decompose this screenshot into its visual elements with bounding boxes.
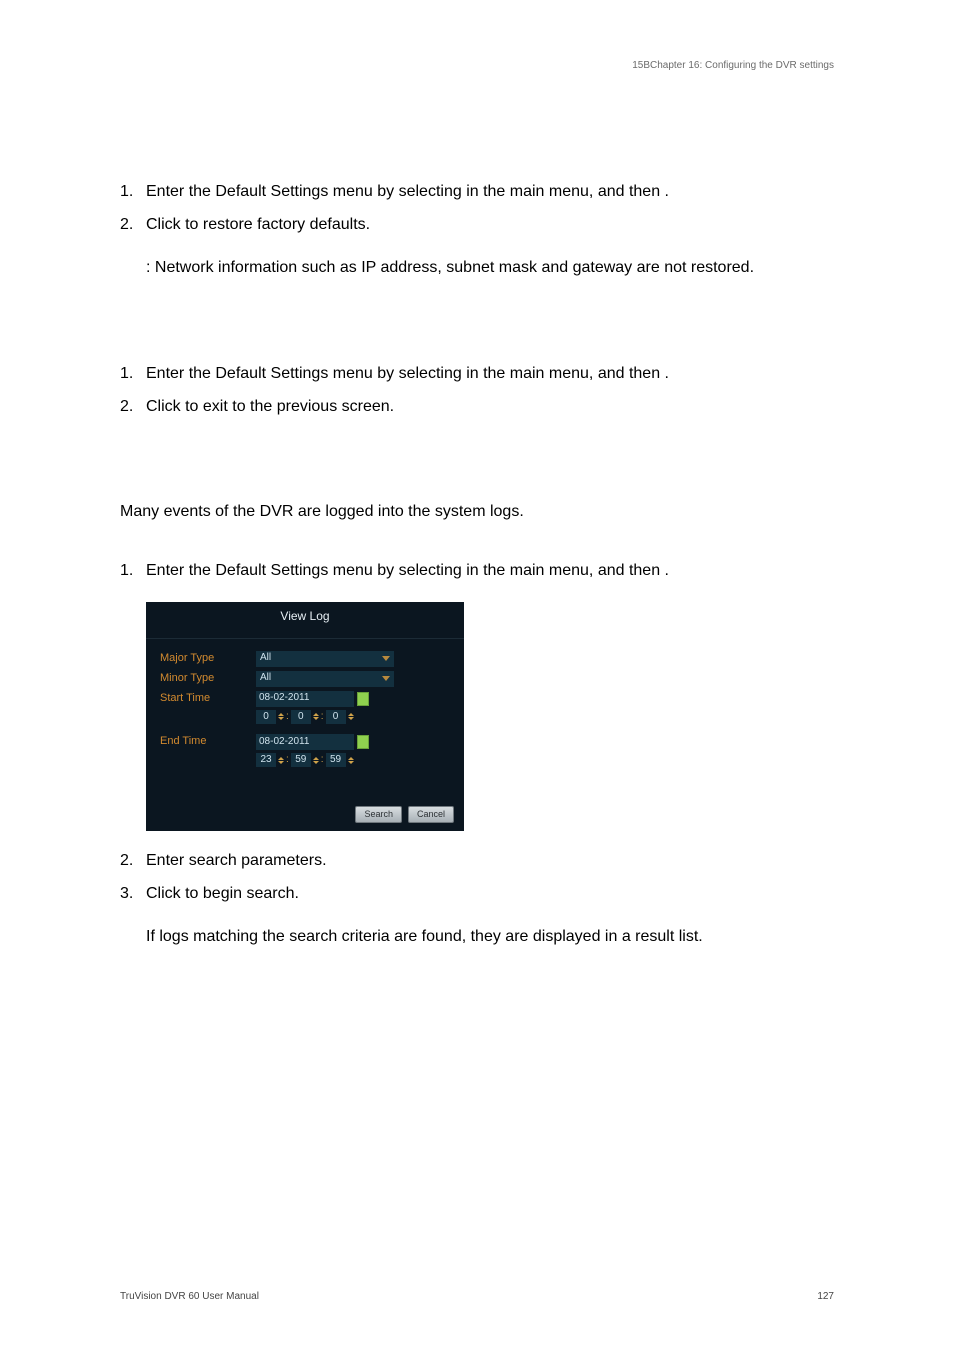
paragraph: If logs matching the search criteria are… — [146, 925, 834, 948]
step-text: Click to begin search. — [146, 882, 834, 905]
text-fragment: Click — [146, 216, 185, 233]
spinner-arrows-icon[interactable] — [348, 713, 354, 720]
minor-type-dropdown[interactable]: All — [256, 671, 394, 687]
search-button[interactable]: Search — [355, 806, 402, 823]
step-text: Click to exit to the previous screen. — [146, 395, 834, 418]
text-fragment: Enter the Default Settings menu by selec… — [146, 183, 466, 200]
hour-value: 23 — [256, 753, 276, 767]
label-minor-type: Minor Type — [160, 671, 246, 687]
note-text: : Network information such as IP address… — [146, 256, 834, 279]
label-major-type: Major Type — [160, 651, 246, 667]
date-value: 08-02-2011 — [259, 735, 309, 750]
list-number: 1. — [120, 362, 146, 385]
header-chapter: 15BChapter 16: Configuring the DVR setti… — [632, 60, 834, 71]
step-text: Enter the Default Settings menu by selec… — [146, 362, 834, 385]
calendar-icon[interactable] — [357, 735, 369, 749]
end-time-spinner[interactable]: 23 : 59 : 59 — [256, 753, 450, 768]
text-fragment: : Network information such as IP address… — [146, 259, 754, 276]
calendar-icon[interactable] — [357, 692, 369, 706]
colon: : — [286, 753, 289, 768]
spinner-arrows-icon[interactable] — [313, 757, 319, 764]
second-value: 59 — [326, 753, 346, 767]
list-number: 2. — [120, 213, 146, 236]
page-number: 127 — [817, 1291, 834, 1302]
colon: : — [286, 710, 289, 725]
text-fragment: Click — [146, 398, 185, 415]
list-number: 1. — [120, 180, 146, 203]
step-text: Enter the Default Settings menu by selec… — [146, 559, 834, 582]
text-fragment: Enter the Default Settings menu by selec… — [146, 562, 466, 579]
dropdown-value: All — [260, 651, 271, 666]
label-start-time: Start Time — [160, 691, 246, 707]
end-date-field[interactable]: 08-02-2011 — [256, 734, 354, 750]
text-fragment: in the main menu, and then — [466, 365, 664, 382]
text-fragment: to exit to the previous screen. — [185, 398, 394, 415]
text-fragment: Click — [146, 885, 185, 902]
list-number: 2. — [120, 849, 146, 872]
colon: : — [321, 753, 324, 768]
text-fragment: . — [665, 562, 669, 579]
chevron-down-icon — [382, 656, 390, 661]
dialog-title: View Log — [146, 602, 464, 638]
text-fragment: to begin search. — [185, 885, 299, 902]
text-fragment: . — [665, 183, 669, 200]
minute-value: 0 — [291, 710, 311, 724]
list-number: 3. — [120, 882, 146, 905]
spinner-arrows-icon[interactable] — [313, 713, 319, 720]
spinner-arrows-icon[interactable] — [278, 757, 284, 764]
spinner-arrows-icon[interactable] — [278, 713, 284, 720]
colon: : — [321, 710, 324, 725]
step-text: Enter the Default Settings menu by selec… — [146, 180, 834, 203]
paragraph: Many events of the DVR are logged into t… — [120, 500, 834, 523]
text-fragment: in the main menu, and then — [466, 562, 664, 579]
list-number: 2. — [120, 395, 146, 418]
step-text: Enter search parameters. — [146, 849, 834, 872]
minute-value: 59 — [291, 753, 311, 767]
major-type-dropdown[interactable]: All — [256, 651, 394, 667]
hour-value: 0 — [256, 710, 276, 724]
footer-title: TruVision DVR 60 User Manual — [120, 1291, 259, 1302]
start-date-field[interactable]: 08-02-2011 — [256, 691, 354, 707]
text-fragment: in the main menu, and then — [466, 183, 664, 200]
text-fragment: to restore factory defaults. — [185, 216, 370, 233]
label-end-time: End Time — [160, 734, 246, 750]
spinner-arrows-icon[interactable] — [348, 757, 354, 764]
second-value: 0 — [326, 710, 346, 724]
start-time-spinner[interactable]: 0 : 0 : 0 — [256, 710, 450, 725]
text-fragment: . — [665, 365, 669, 382]
cancel-button[interactable]: Cancel — [408, 806, 454, 823]
step-text: Click to restore factory defaults. — [146, 213, 834, 236]
chevron-down-icon — [382, 676, 390, 681]
text-fragment: Enter the Default Settings menu by selec… — [146, 365, 466, 382]
dropdown-value: All — [260, 671, 271, 686]
view-log-dialog: View Log Major Type All Minor Type A — [146, 602, 464, 830]
date-value: 08-02-2011 — [259, 691, 309, 706]
list-number: 1. — [120, 559, 146, 582]
